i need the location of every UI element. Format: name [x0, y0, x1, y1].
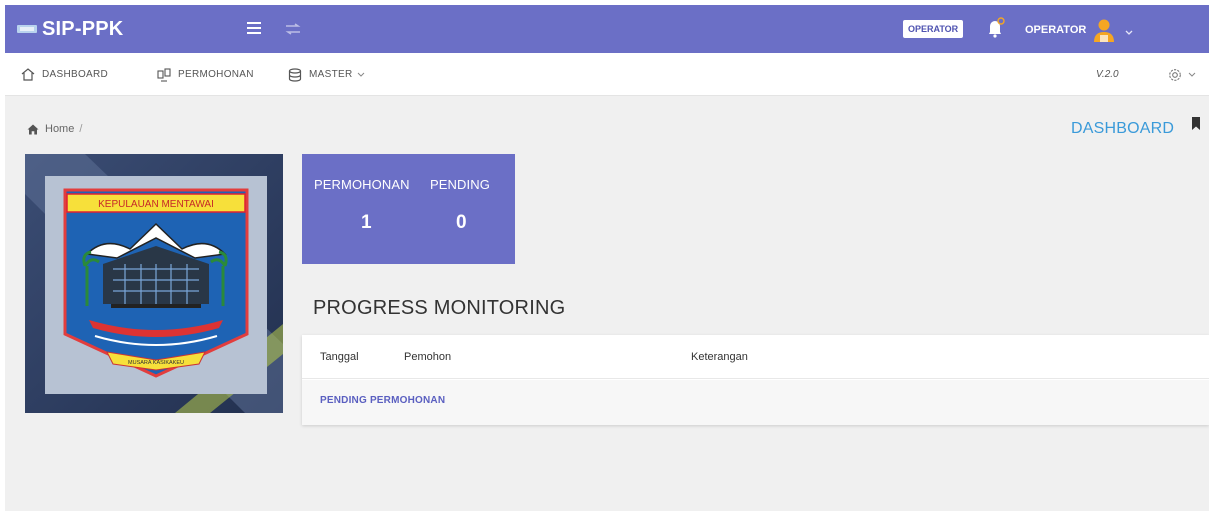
menu-label-dashboard: DASHBOARD	[42, 69, 109, 80]
transfer-icon	[157, 67, 171, 82]
swap-icon[interactable]	[285, 22, 301, 35]
breadcrumb: Home /	[27, 123, 82, 135]
menu-item-master[interactable]: MASTER	[288, 53, 372, 96]
user-name: OPERATOR	[1025, 24, 1087, 36]
breadcrumb-separator: /	[79, 123, 83, 135]
table-row[interactable]: PENDING PERMOHONAN	[302, 380, 1209, 425]
app-brand[interactable]: SIP-PPK	[17, 15, 123, 43]
bookmark-icon[interactable]	[1192, 117, 1200, 130]
column-header-keterangan: Keterangan	[691, 351, 748, 363]
regency-emblem-banner: KEPULAUAN MENTAWAI MUSARA KASIKAKEU	[25, 154, 283, 413]
home-icon	[27, 124, 39, 134]
emblem-motto: MUSARA KASIKAKEU	[128, 360, 184, 366]
menu-item-dashboard[interactable]: DASHBOARD	[21, 53, 108, 96]
menu-label-master: MASTER	[309, 69, 353, 80]
chevron-down-icon	[358, 72, 365, 77]
settings-menu[interactable]	[1168, 67, 1198, 83]
role-badge: OPERATOR	[903, 20, 964, 38]
brand-logo-icon	[17, 23, 37, 35]
stat-label-pending: PENDING	[430, 177, 490, 192]
emblem-text: KEPULAUAN MENTAWAI	[98, 199, 214, 210]
home-icon	[21, 68, 35, 81]
column-header-tanggal: Tanggal	[320, 351, 359, 363]
top-navbar: SIP-PPK OPERATOR OPERATOR	[5, 5, 1209, 53]
bell-icon[interactable]	[984, 17, 1006, 39]
chevron-down-icon	[1188, 72, 1196, 77]
monitoring-table: Tanggal Pemohon Keterangan PENDING PERMO…	[302, 335, 1209, 425]
pending-permohonan-link[interactable]: PENDING PERMOHONAN	[320, 395, 445, 406]
main-menu: DASHBOARD PERMOHONAN MASTER V.2.0	[5, 53, 1209, 96]
app-title: SIP-PPK	[42, 17, 124, 40]
section-title: PROGRESS MONITORING	[313, 297, 566, 319]
stats-card: PERMOHONAN 1 PENDING 0	[302, 154, 515, 264]
app-window: SIP-PPK OPERATOR OPERATOR DASHBOARD PERM…	[5, 5, 1209, 511]
page-title: DASHBOARD	[1071, 120, 1175, 137]
table-header: Tanggal Pemohon Keterangan	[302, 335, 1209, 379]
menu-label-permohonan: PERMOHONAN	[178, 69, 254, 80]
menu-item-permohonan[interactable]: PERMOHONAN	[157, 53, 254, 96]
breadcrumb-home[interactable]: Home	[45, 123, 74, 135]
column-header-pemohon: Pemohon	[404, 351, 452, 363]
gear-icon	[1169, 69, 1181, 81]
version-label: V.2.0	[1096, 69, 1119, 80]
user-menu[interactable]: OPERATOR	[1025, 18, 1133, 42]
hamburger-icon[interactable]	[247, 21, 263, 35]
stat-value-permohonan[interactable]: 1	[361, 212, 372, 234]
stat-label-permohonan: PERMOHONAN	[314, 177, 410, 192]
avatar	[1093, 18, 1115, 42]
database-icon	[288, 67, 302, 82]
stat-value-pending[interactable]: 0	[456, 212, 467, 234]
chevron-down-icon[interactable]	[1125, 27, 1133, 35]
